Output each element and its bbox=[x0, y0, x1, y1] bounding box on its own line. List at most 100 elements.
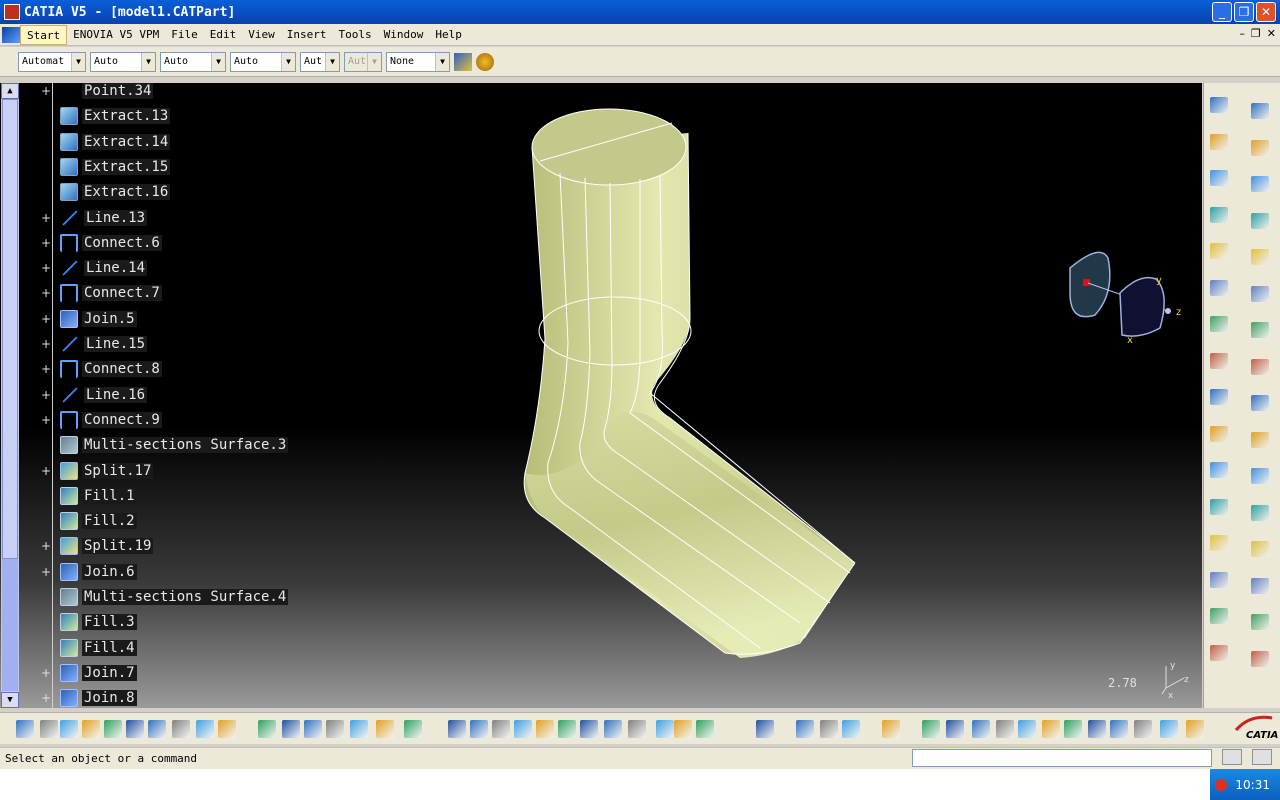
tree-node[interactable]: + Line.16 bbox=[22, 385, 148, 405]
tree-node[interactable]: Extract.15 bbox=[22, 157, 171, 177]
tree-node-label[interactable]: Extract.13 bbox=[82, 108, 171, 125]
parameters-icon[interactable] bbox=[404, 720, 422, 738]
line-tool-icon[interactable] bbox=[1210, 206, 1228, 223]
tree-node[interactable]: Multi-sections Surface.4 bbox=[22, 587, 289, 607]
transparency-combo[interactable]: Auto ▼ bbox=[90, 51, 156, 72]
iso-view-icon[interactable] bbox=[628, 720, 646, 738]
tree-node-label[interactable]: Fill.4 bbox=[82, 639, 137, 656]
measure-icon[interactable] bbox=[796, 720, 814, 738]
expand-toggle-icon[interactable]: + bbox=[40, 287, 52, 299]
trim-icon[interactable] bbox=[1251, 176, 1269, 192]
multi-view-icon[interactable] bbox=[604, 720, 622, 738]
tree-node-label[interactable]: Fill.1 bbox=[82, 487, 137, 504]
tree-node-label[interactable]: Line.16 bbox=[84, 386, 148, 403]
tree-node-label[interactable]: Extract.16 bbox=[82, 184, 171, 201]
expand-toggle-icon[interactable]: + bbox=[40, 363, 52, 375]
tree-node[interactable]: Fill.1 bbox=[22, 486, 137, 506]
lightbulb-icon[interactable] bbox=[1110, 720, 1128, 738]
tree-node-label[interactable]: Connect.7 bbox=[82, 285, 162, 302]
tree-node[interactable]: + Connect.8 bbox=[22, 359, 162, 379]
tree-node[interactable]: + Join.7 bbox=[22, 663, 137, 683]
extrude-icon[interactable] bbox=[1210, 279, 1228, 296]
tree-node[interactable]: + Join.6 bbox=[22, 562, 137, 582]
tree-node-label[interactable]: Join.5 bbox=[82, 310, 137, 327]
symmetry-icon[interactable] bbox=[1251, 395, 1269, 411]
extrapolate-icon[interactable] bbox=[1251, 541, 1269, 557]
menu-view[interactable]: View bbox=[242, 25, 281, 45]
tree-node-label[interactable]: Point.34 bbox=[82, 83, 154, 99]
axis-system-icon[interactable] bbox=[1251, 504, 1269, 521]
snap-icon[interactable] bbox=[1018, 720, 1036, 738]
expand-toggle-icon[interactable]: + bbox=[40, 237, 52, 249]
expand-toggle-icon[interactable]: + bbox=[40, 262, 52, 274]
hide-show-icon[interactable] bbox=[674, 720, 692, 738]
mass-icon[interactable] bbox=[842, 720, 860, 738]
save-icon[interactable] bbox=[60, 720, 78, 738]
camera-icon[interactable] bbox=[756, 720, 774, 738]
tree-node-label[interactable]: Extract.15 bbox=[82, 158, 171, 175]
print-icon[interactable] bbox=[82, 720, 100, 738]
catia-app-icon[interactable] bbox=[4, 4, 20, 20]
tree-node-label[interactable]: Extract.14 bbox=[82, 133, 171, 150]
tree-node-label[interactable]: Line.13 bbox=[84, 209, 148, 226]
tree-node[interactable]: + Line.15 bbox=[22, 334, 148, 354]
tree-node[interactable]: + Split.19 bbox=[22, 536, 154, 556]
tree-node-label[interactable]: Fill.2 bbox=[82, 513, 137, 530]
revolve-icon[interactable] bbox=[1210, 316, 1228, 332]
rotate-view-icon[interactable] bbox=[514, 720, 532, 738]
menu-start[interactable]: Start bbox=[20, 24, 68, 45]
cylinder-icon[interactable] bbox=[1210, 389, 1228, 405]
expand-toggle-icon[interactable]: + bbox=[40, 667, 52, 679]
formula-icon[interactable] bbox=[258, 720, 276, 738]
select-icon[interactable] bbox=[1210, 133, 1228, 150]
tree-node[interactable]: Fill.3 bbox=[22, 612, 137, 632]
untrim-icon[interactable] bbox=[1251, 103, 1269, 119]
tree-icon[interactable] bbox=[1088, 720, 1106, 738]
status-button-2[interactable] bbox=[1252, 749, 1272, 765]
analysis-icon[interactable] bbox=[820, 720, 838, 738]
menu-tools[interactable]: Tools bbox=[332, 25, 377, 45]
tree-node-label[interactable]: Multi-sections Surface.3 bbox=[82, 437, 289, 454]
boundary-icon[interactable] bbox=[1251, 212, 1269, 229]
copy-icon[interactable] bbox=[126, 720, 144, 738]
translate-icon[interactable] bbox=[1251, 322, 1269, 338]
join-tool-icon[interactable] bbox=[1210, 608, 1228, 624]
tree-node-label[interactable]: Split.19 bbox=[82, 538, 154, 555]
workbench-icon[interactable] bbox=[2, 26, 20, 43]
zoom-in-icon[interactable] bbox=[536, 720, 554, 738]
line-type-combo[interactable]: Auto ▼ bbox=[230, 51, 296, 72]
menu-help[interactable]: Help bbox=[429, 25, 468, 45]
link-icon[interactable] bbox=[304, 720, 322, 738]
line-thickness-combo[interactable]: Auto ▼ bbox=[160, 51, 226, 72]
point-tool-icon[interactable] bbox=[1210, 170, 1228, 186]
scale-icon[interactable] bbox=[1251, 431, 1269, 448]
3d-support-icon[interactable] bbox=[1064, 720, 1082, 738]
expand-toggle-icon[interactable]: + bbox=[40, 540, 52, 552]
painter-icon[interactable] bbox=[454, 52, 472, 71]
sweep-icon[interactable] bbox=[1210, 462, 1228, 478]
near-icon[interactable] bbox=[1251, 614, 1269, 630]
scroll-up-button[interactable]: ▲ bbox=[1, 83, 19, 99]
menu-edit[interactable]: Edit bbox=[204, 25, 243, 45]
fly-mode-icon[interactable] bbox=[448, 720, 466, 738]
doc-minimize-button[interactable]: – bbox=[1239, 27, 1245, 40]
tree-node-label[interactable]: Fill.3 bbox=[82, 614, 137, 631]
healing-icon[interactable] bbox=[1210, 644, 1228, 661]
new-icon[interactable] bbox=[16, 720, 34, 738]
redo-icon[interactable] bbox=[196, 720, 214, 738]
doc-close-button[interactable]: ✕ bbox=[1267, 27, 1276, 40]
compass-widget[interactable]: y z x bbox=[1060, 243, 1190, 353]
scroll-track[interactable] bbox=[2, 559, 18, 691]
expand-toggle-icon[interactable]: + bbox=[40, 414, 52, 426]
tree-node[interactable]: + Line.14 bbox=[22, 258, 148, 278]
tray-alert-icon[interactable] bbox=[1215, 778, 1228, 791]
swap-icon[interactable] bbox=[696, 720, 714, 738]
tree-node[interactable]: + Line.13 bbox=[22, 208, 148, 228]
comment-icon[interactable] bbox=[282, 720, 300, 738]
point-symbol-combo[interactable]: Aut ▼ bbox=[300, 51, 340, 72]
expand-toggle-icon[interactable]: + bbox=[40, 566, 52, 578]
properties-icon[interactable] bbox=[476, 52, 494, 71]
tree-node-label[interactable]: Connect.9 bbox=[82, 411, 162, 428]
affinity-icon[interactable] bbox=[1251, 468, 1269, 484]
extract-tool-icon[interactable] bbox=[1251, 249, 1269, 265]
